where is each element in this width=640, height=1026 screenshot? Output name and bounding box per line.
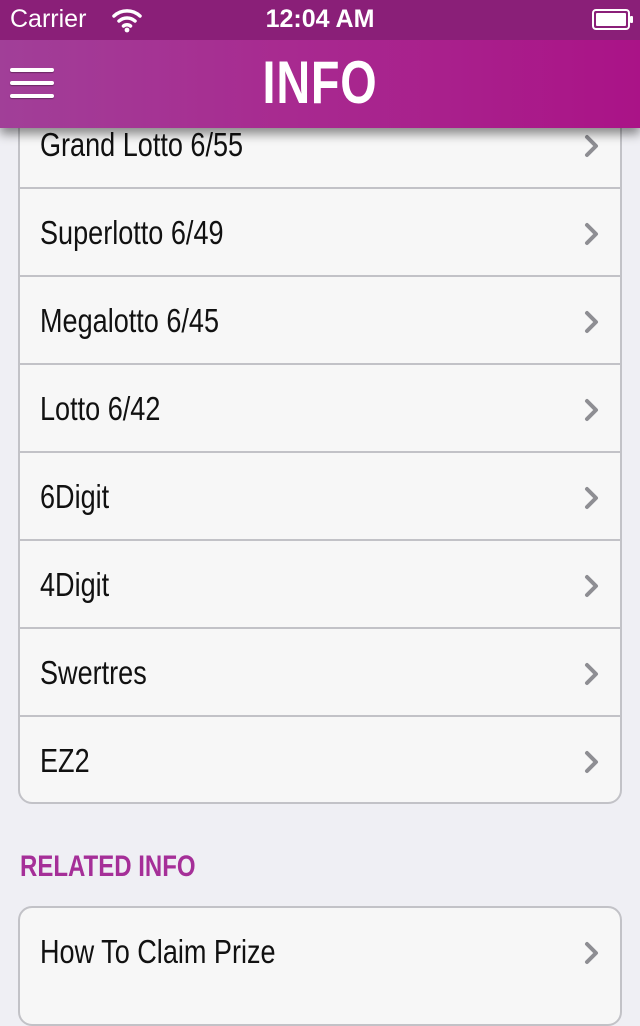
list-item-superlotto[interactable]: Superlotto 6/49 bbox=[20, 189, 620, 277]
navigation-bar: INFO bbox=[0, 40, 640, 128]
chevron-right-icon bbox=[585, 575, 598, 597]
chevron-right-icon bbox=[585, 223, 598, 245]
chevron-right-icon bbox=[585, 942, 598, 964]
list-item-swertres[interactable]: Swertres bbox=[20, 629, 620, 717]
list-item-label: Megalotto 6/45 bbox=[40, 302, 220, 339]
list-item-label: How To Claim Prize bbox=[40, 933, 276, 970]
battery-icon bbox=[592, 9, 633, 30]
list-item-label: 6Digit bbox=[40, 478, 110, 515]
list-item-lotto[interactable]: Lotto 6/42 bbox=[20, 365, 620, 453]
hamburger-menu-icon[interactable] bbox=[10, 68, 54, 100]
list-item-6digit[interactable]: 6Digit bbox=[20, 453, 620, 541]
scroll-content[interactable]: Grand Lotto 6/55 Superlotto 6/49 Megalot… bbox=[0, 0, 640, 1026]
chevron-right-icon bbox=[585, 311, 598, 333]
list-item-label: Superlotto 6/49 bbox=[40, 214, 224, 251]
list-item-label: Swertres bbox=[40, 654, 147, 691]
chevron-right-icon bbox=[585, 751, 598, 773]
status-time: 12:04 AM bbox=[265, 5, 375, 33]
list-item-how-to-claim-prize[interactable]: How To Claim Prize bbox=[20, 908, 620, 996]
list-item-label: Lotto 6/42 bbox=[40, 390, 161, 427]
list-item-label: EZ2 bbox=[40, 742, 90, 779]
list-item-label: 4Digit bbox=[40, 566, 110, 603]
section-header-related-info: RELATED INFO bbox=[20, 850, 196, 883]
chevron-right-icon bbox=[585, 399, 598, 421]
chevron-right-icon bbox=[585, 135, 598, 157]
list-item-megalotto[interactable]: Megalotto 6/45 bbox=[20, 277, 620, 365]
page-title: INFO bbox=[262, 49, 378, 116]
list-item-ez2[interactable]: EZ2 bbox=[20, 717, 620, 802]
chevron-right-icon bbox=[585, 663, 598, 685]
games-list: Grand Lotto 6/55 Superlotto 6/49 Megalot… bbox=[18, 99, 622, 804]
status-bar: Carrier 12:04 AM bbox=[0, 0, 640, 40]
chevron-right-icon bbox=[585, 487, 598, 509]
list-item-4digit[interactable]: 4Digit bbox=[20, 541, 620, 629]
related-info-list: How To Claim Prize bbox=[18, 906, 622, 1026]
